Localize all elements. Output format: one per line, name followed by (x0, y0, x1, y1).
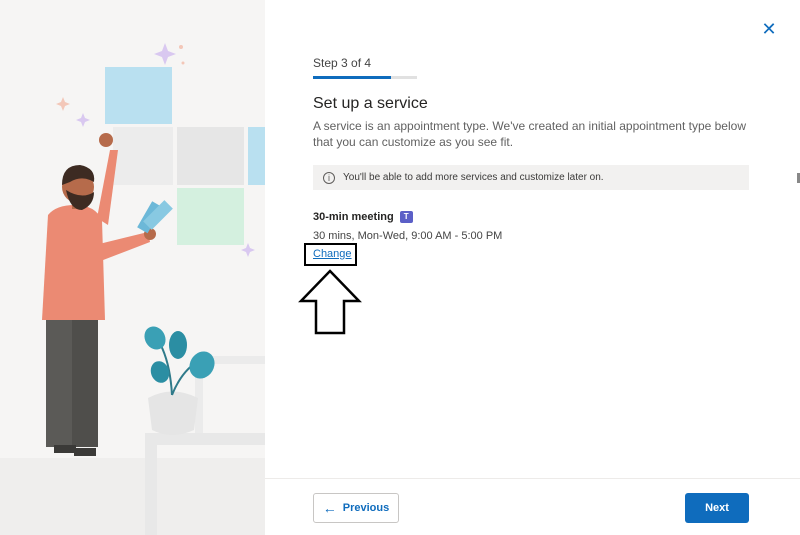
progress-fill (313, 76, 391, 79)
person-illustration (42, 43, 255, 456)
progress-bar (313, 76, 417, 79)
page-title: Set up a service (313, 95, 428, 112)
info-banner: i You'll be able to add more services an… (313, 165, 749, 190)
previous-button[interactable]: ← Previous (313, 493, 399, 523)
info-icon: i (323, 171, 335, 184)
arrow-left-icon: ← (322, 500, 337, 516)
change-link[interactable]: Change (313, 248, 352, 260)
service-name-text: 30-min meeting (313, 211, 394, 223)
close-icon[interactable]: ✕ (760, 20, 778, 38)
info-banner-text: You'll be able to add more services and … (343, 172, 604, 183)
service-name: 30-min meeting T (313, 211, 413, 223)
previous-button-label: Previous (342, 502, 390, 514)
next-button[interactable]: Next (685, 493, 749, 523)
illustration-panel (0, 0, 265, 535)
step-label: Step 3 of 4 (313, 56, 372, 70)
next-button-label: Next (705, 502, 729, 514)
service-detail: 30 mins, Mon-Wed, 9:00 AM - 5:00 PM (313, 230, 503, 242)
arrow-up-icon (298, 269, 362, 335)
page-description: A service is an appointment type. We've … (313, 119, 746, 149)
footer-divider (265, 478, 800, 479)
teams-icon: T (399, 211, 413, 223)
